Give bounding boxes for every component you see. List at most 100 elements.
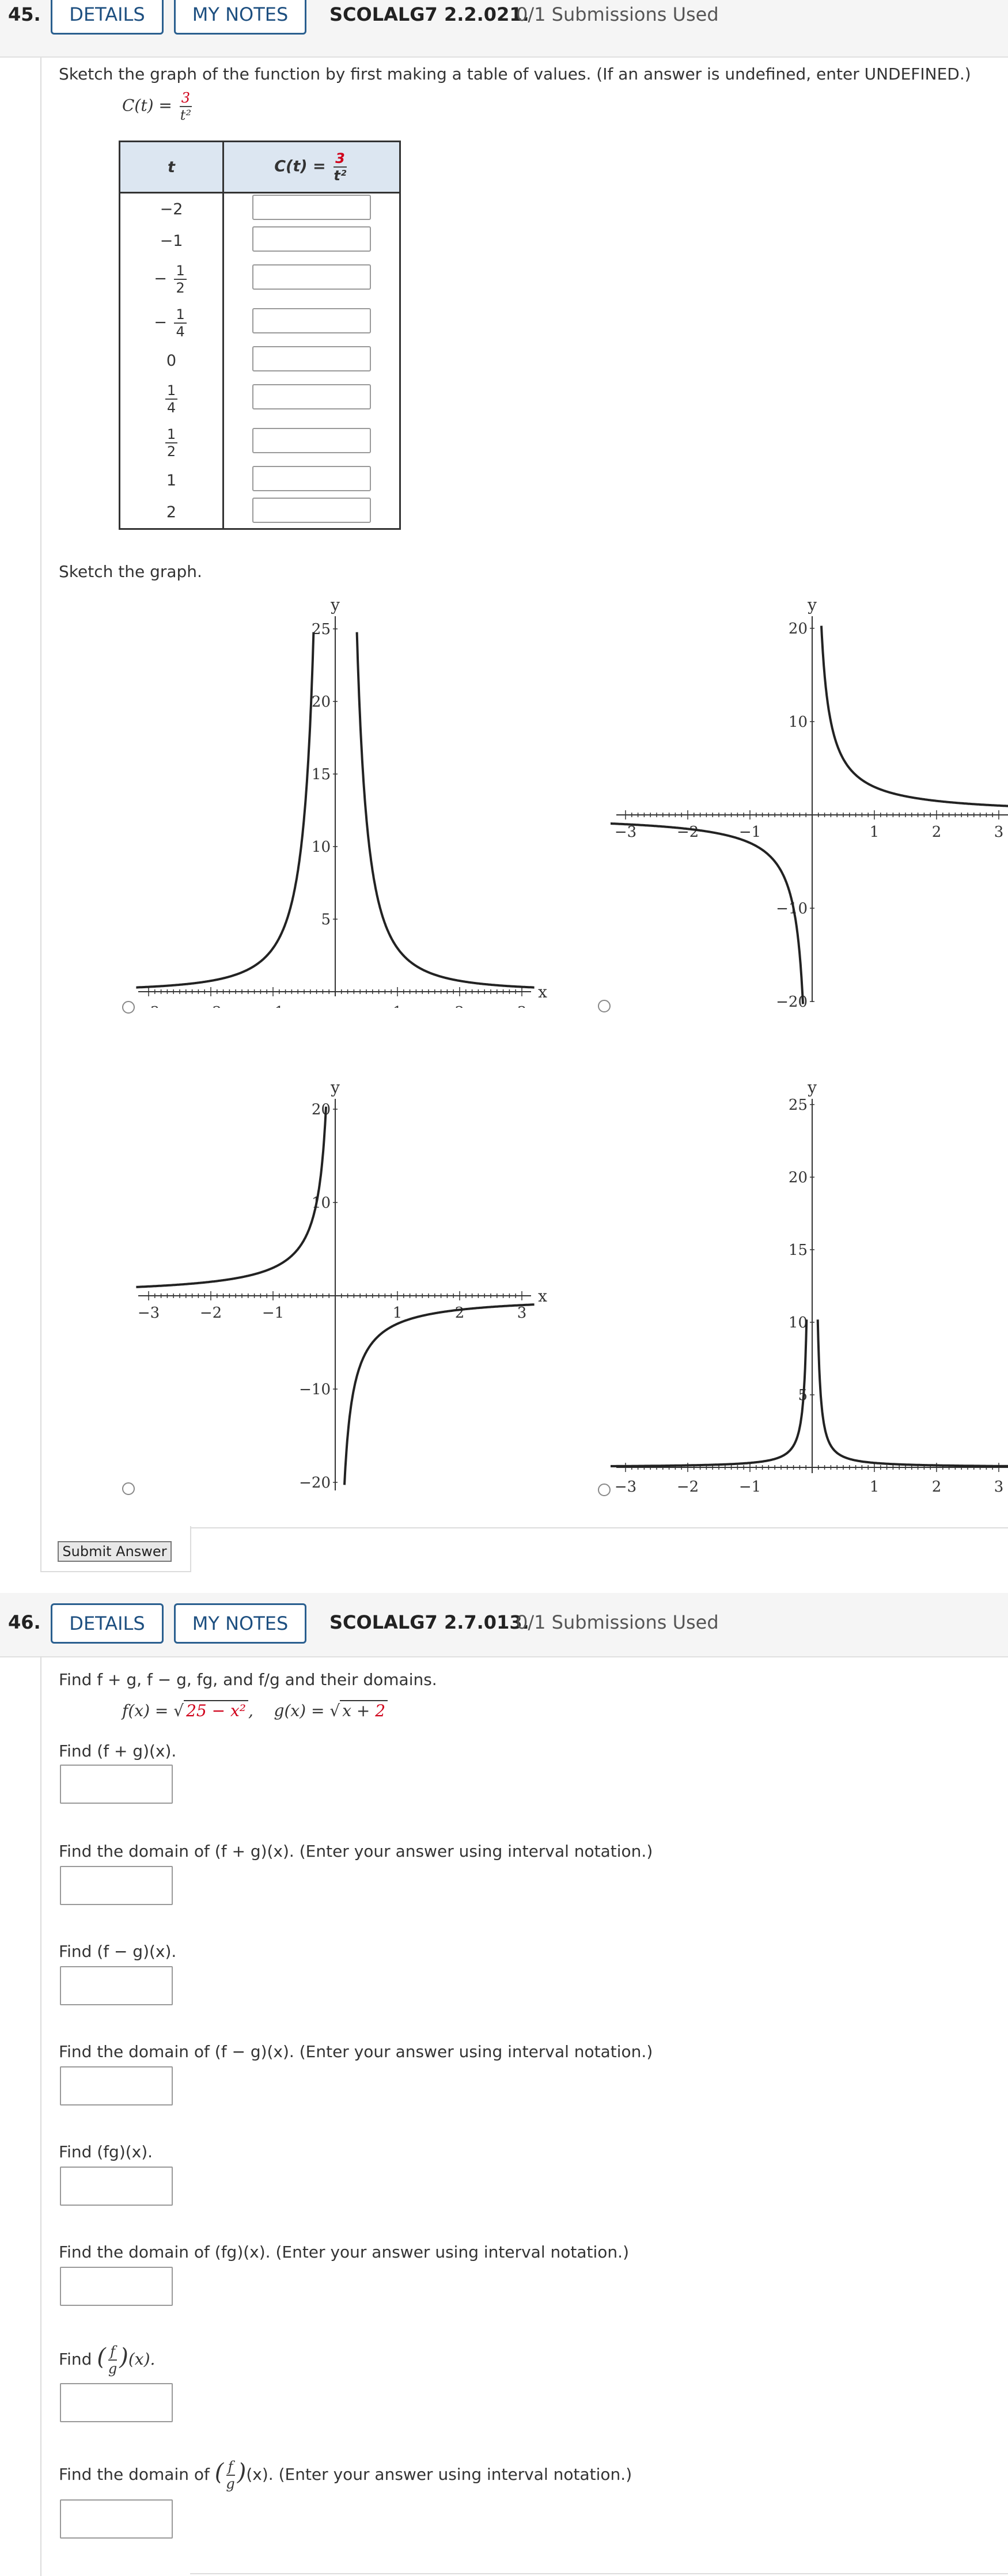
prompt-domain-fg: Find the domain of (fg)(x). (Enter your … [59, 2243, 629, 2262]
x-tick-label: −3 [615, 824, 636, 841]
function-curve [820, 625, 1008, 807]
y-tick-label: 25 [789, 1097, 808, 1114]
details-button[interactable]: DETAILS [51, 0, 164, 35]
x-tick-label: 1 [393, 1304, 403, 1322]
ct-cell [222, 301, 401, 345]
x-tick-label: −1 [262, 1004, 284, 1008]
x-tick-label: −2 [200, 1304, 222, 1322]
y-tick-label: 10 [789, 1314, 808, 1331]
function-curve [136, 632, 315, 989]
table-row: − 14 [119, 301, 401, 345]
function-curve [136, 1106, 327, 1288]
y-axis-label: y [807, 595, 817, 614]
ct-answer-input[interactable] [252, 428, 371, 453]
ct-cell [222, 464, 401, 497]
prompt-fg: Find (fg)(x). [59, 2142, 153, 2161]
t-value: 0 [119, 344, 224, 377]
sqrt-icon: √ [329, 1701, 340, 1720]
x-tick-label: −3 [138, 1004, 160, 1008]
intro-text: Find f + g, f − g, fg, and f/g and their… [59, 1670, 437, 1689]
function-curve [343, 1303, 535, 1485]
sqrt-icon: √ [173, 1701, 184, 1720]
t-value: − 14 [119, 301, 224, 345]
answer-domain-f-minus-g[interactable] [60, 2066, 173, 2105]
details-button[interactable]: DETAILS [51, 1603, 164, 1644]
ct-answer-input[interactable] [252, 384, 371, 409]
ct-answer-input[interactable] [252, 498, 371, 523]
t-value: 12 [119, 420, 224, 465]
ct-answer-input[interactable] [252, 194, 371, 220]
my-notes-button[interactable]: MY NOTES [174, 1603, 306, 1644]
instructions: Sketch the graph of the function by firs… [59, 65, 971, 84]
table-row: −2 [119, 192, 401, 225]
value-table: t C(t) = 3 t² −2 −1− 1 2− 140141212 [119, 141, 401, 530]
table-row: 14 [119, 377, 401, 421]
answer-domain-f-plus-g[interactable] [60, 1866, 173, 1905]
x-tick-label: −2 [677, 1478, 699, 1496]
y-tick-label: −20 [299, 1474, 331, 1492]
ct-answer-input[interactable] [252, 346, 371, 371]
prompt-domain-f-plus-g: Find the domain of (f + g)(x). (Enter yo… [59, 1842, 653, 1861]
my-notes-button[interactable]: MY NOTES [174, 0, 306, 35]
x-axis-label: x [538, 1287, 547, 1306]
x-tick-label: −3 [615, 1478, 636, 1496]
answer-fg[interactable] [60, 2167, 173, 2206]
question-46-header: 46. DETAILS MY NOTES SCOLALG7 2.7.013. 0… [0, 1593, 1008, 1657]
table-row: 1 [119, 464, 401, 497]
graph-option-d-radio[interactable] [598, 1484, 611, 1496]
x-tick-label: 2 [455, 1304, 465, 1322]
table-row: −1 [119, 225, 401, 257]
function-curve [355, 632, 535, 989]
ct-answer-input[interactable] [252, 466, 371, 491]
function-curve [816, 1319, 1008, 1467]
y-tick-label: 10 [312, 839, 331, 856]
y-tick-label: 20 [312, 1101, 331, 1118]
ct-answer-input[interactable] [252, 226, 371, 252]
x-tick-label: 1 [393, 1004, 403, 1008]
ct-cell [222, 377, 401, 421]
y-tick-label: 5 [321, 911, 331, 928]
table-row: 12 [119, 420, 401, 465]
function-definition: C(t) = 3 t² [122, 90, 192, 123]
y-tick-label: 15 [312, 766, 331, 783]
column-header-ct: C(t) = 3 t² [222, 141, 401, 194]
column-header-t: t [119, 141, 224, 194]
x-tick-label: 2 [455, 1004, 465, 1008]
x-tick-label: 2 [932, 824, 942, 841]
t-value: 1 [119, 464, 224, 497]
x-tick-label: −1 [739, 824, 761, 841]
answer-f-minus-g[interactable] [60, 1966, 173, 2005]
x-tick-label: 3 [994, 1478, 1004, 1496]
graph-option-c: −3 −2 −1 1 2 32010−10−20yx [136, 1078, 547, 1492]
question-45-header: 45. DETAILS MY NOTES SCOLALG7 2.2.021. 0… [0, 0, 1008, 58]
x-tick-label: 3 [517, 1004, 527, 1008]
ct-cell [222, 344, 401, 377]
t-value: 2 [119, 496, 224, 530]
submit-answer-button[interactable]: Submit Answer [58, 1541, 172, 1562]
question-46-body [40, 1656, 41, 2576]
value-rows: −2 −1− 1 2− 140141212 [119, 192, 401, 530]
table-row: − 12 [119, 257, 401, 301]
prompt-domain-f-over-g: Find the domain of (f g)(x). (Enter your … [59, 2459, 632, 2492]
ct-cell [222, 192, 401, 225]
ct-cell [222, 420, 401, 465]
divider [190, 2573, 1008, 2574]
ct-answer-input[interactable] [252, 308, 371, 333]
y-axis-label: y [807, 1078, 817, 1097]
answer-f-over-g[interactable] [60, 2383, 173, 2422]
x-tick-label: 3 [517, 1304, 527, 1322]
x-tick-label: 1 [870, 1478, 880, 1496]
x-tick-label: 3 [994, 824, 1004, 841]
answer-f-plus-g[interactable] [60, 1765, 173, 1804]
graph-option-b-radio[interactable] [598, 1000, 611, 1012]
prompt-domain-f-minus-g: Find the domain of (f − g)(x). (Enter yo… [59, 2042, 653, 2061]
prompt-f-over-g: Find (f g)(x). [59, 2343, 156, 2377]
graph-option-b: −3 −2 −1 1 2 32010−10−20y [611, 595, 1008, 1011]
answer-domain-f-over-g[interactable] [60, 2499, 173, 2539]
y-tick-label: 10 [789, 714, 808, 731]
answer-domain-fg[interactable] [60, 2267, 173, 2306]
x-tick-label: −1 [262, 1304, 284, 1322]
ct-answer-input[interactable] [252, 264, 371, 290]
t-value: 14 [119, 377, 224, 421]
x-tick-label: −1 [739, 1478, 761, 1496]
